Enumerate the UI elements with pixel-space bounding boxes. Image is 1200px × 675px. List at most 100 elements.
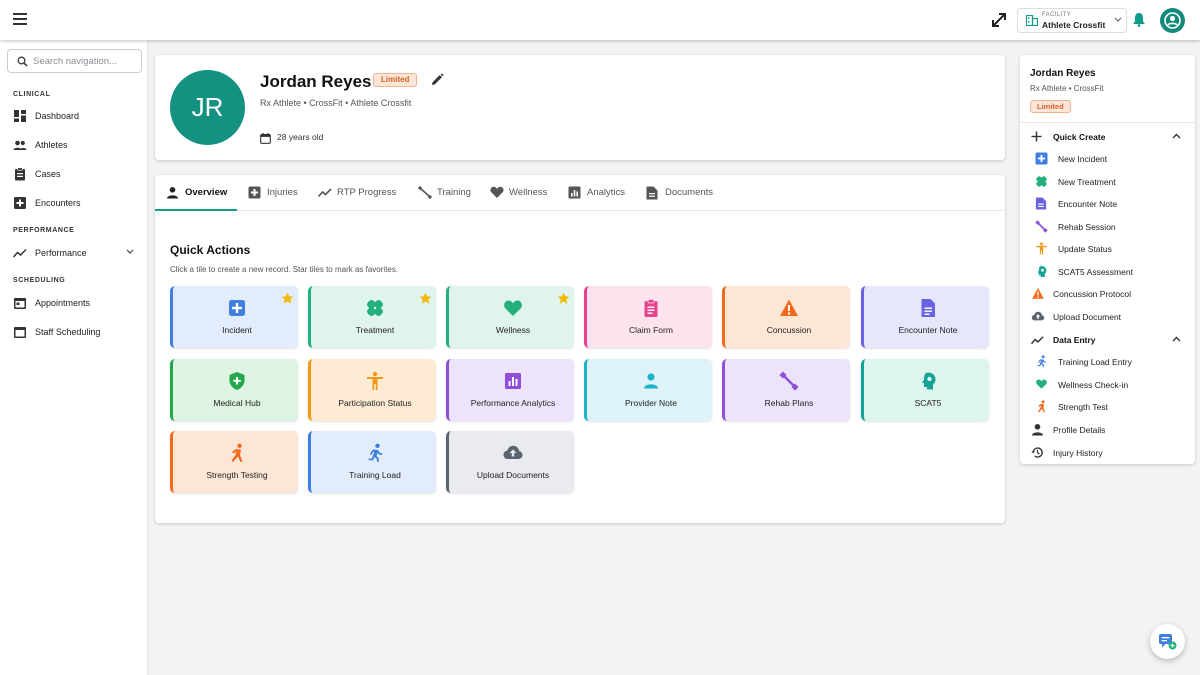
link-injury-history[interactable]: Injury History — [1020, 443, 1195, 463]
medical-plus-icon — [248, 186, 261, 199]
tile-wellness[interactable]: Wellness — [446, 286, 574, 348]
tab-analytics[interactable]: Analytics — [557, 175, 635, 211]
expand-icon[interactable] — [990, 11, 1008, 29]
heart-icon — [504, 300, 522, 316]
tile-label: SCAT5 — [914, 398, 942, 408]
calendar-icon — [14, 298, 26, 309]
quick-create-scat5-assessment[interactable]: SCAT5 Assessment — [1020, 262, 1195, 282]
fitness-icon — [231, 443, 243, 462]
chevron-down-icon — [1114, 17, 1122, 22]
search-input[interactable] — [33, 54, 138, 69]
sidebar-item-appointments[interactable]: Appointments — [0, 290, 147, 316]
tile-concussion[interactable]: Concussion — [722, 286, 850, 348]
dumbbell-icon — [779, 371, 799, 391]
brain-icon — [922, 372, 936, 390]
tile-label: Treatment — [355, 325, 395, 335]
link-profile-details[interactable]: Profile Details — [1020, 420, 1195, 440]
tile-strength-testing[interactable]: Strength Testing — [170, 431, 298, 493]
item-label: Training Load Entry — [1058, 357, 1132, 367]
section-title: Quick Create — [1053, 132, 1106, 142]
tile-participation-status[interactable]: Participation Status — [308, 359, 436, 421]
sidebar-item-encounters[interactable]: Encounters — [0, 190, 147, 216]
quick-create-concussion-protocol[interactable]: Concussion Protocol — [1020, 284, 1195, 304]
sidebar-item-label: Cases — [35, 169, 61, 179]
quick-create-encounter-note[interactable]: Encounter Note — [1020, 194, 1195, 214]
tab-label: Training — [437, 187, 471, 198]
data-entry-header[interactable]: Data Entry — [1020, 330, 1195, 350]
bell-icon[interactable] — [1132, 12, 1146, 27]
facility-value: Athlete Crossfit — [1042, 20, 1106, 30]
chevron-up-icon — [1172, 336, 1181, 342]
star-icon[interactable] — [281, 292, 294, 305]
account-icon — [1164, 12, 1181, 29]
tile-medical-hub[interactable]: Medical Hub — [170, 359, 298, 421]
cloud-upload-icon — [1031, 311, 1045, 321]
quick-create-upload-document[interactable]: Upload Document — [1020, 307, 1195, 327]
document-icon — [1035, 197, 1047, 210]
tab-injuries[interactable]: Injuries — [237, 175, 307, 211]
running-icon — [1037, 355, 1047, 368]
tab-documents[interactable]: Documents — [635, 175, 725, 211]
tile-incident[interactable]: Incident — [170, 286, 298, 348]
star-icon[interactable] — [557, 292, 570, 305]
tile-label: Upload Documents — [476, 470, 550, 480]
item-label: New Treatment — [1058, 177, 1116, 187]
trending-icon — [13, 248, 27, 258]
edit-icon[interactable] — [431, 73, 444, 86]
quick-create-new-treatment[interactable]: New Treatment — [1020, 172, 1195, 192]
data-entry-strength-test[interactable]: Strength Test — [1020, 397, 1195, 417]
tile-label: Medical Hub — [213, 398, 261, 408]
sidebar-item-athletes[interactable]: Athletes — [0, 132, 147, 158]
trending-icon — [318, 188, 332, 198]
sidebar-item-dashboard[interactable]: Dashboard — [0, 103, 147, 129]
tile-encounter-note[interactable]: Encounter Note — [861, 286, 989, 348]
item-label: Profile Details — [1053, 425, 1106, 435]
data-entry-wellness-checkin[interactable]: Wellness Check-in — [1020, 375, 1195, 395]
tile-upload-documents[interactable]: Upload Documents — [446, 431, 574, 493]
quick-create-update-status[interactable]: Update Status — [1020, 239, 1195, 259]
tile-label: Claim Form — [629, 325, 673, 335]
panel-athlete-subtitle: Rx Athlete • CrossFit — [1030, 84, 1104, 93]
chevron-down-icon — [126, 249, 134, 254]
tile-claim-form[interactable]: Claim Form — [584, 286, 712, 348]
tile-label: Concussion — [766, 325, 812, 335]
assistant-fab[interactable] — [1150, 624, 1185, 659]
tab-bar: Overview Injuries RTP Progress Training … — [155, 175, 1005, 211]
tile-scat5[interactable]: SCAT5 — [861, 359, 989, 421]
tab-label: Analytics — [587, 187, 626, 198]
tile-rehab-plans[interactable]: Rehab Plans — [722, 359, 850, 421]
sidebar-item-label: Performance — [35, 248, 87, 258]
star-icon[interactable] — [419, 292, 432, 305]
tile-performance-analytics[interactable]: Performance Analytics — [446, 359, 574, 421]
facility-selector[interactable]: FACILITY Athlete Crossfit — [1017, 8, 1127, 33]
data-entry-training-load[interactable]: Training Load Entry — [1020, 352, 1195, 372]
athlete-avatar: JR — [170, 70, 245, 145]
panel-athlete-name: Jordan Reyes — [1030, 68, 1096, 79]
tab-overview[interactable]: Overview — [155, 175, 237, 211]
clipboard-icon — [644, 299, 658, 317]
section-scheduling: SCHEDULING — [13, 277, 66, 284]
account-avatar[interactable] — [1160, 8, 1185, 33]
item-label: Strength Test — [1058, 402, 1108, 412]
tile-provider-note[interactable]: Provider Note — [584, 359, 712, 421]
tab-wellness[interactable]: Wellness — [479, 175, 557, 211]
sidebar-item-cases[interactable]: Cases — [0, 161, 147, 187]
calendar-icon — [14, 327, 26, 338]
quick-create-header[interactable]: Quick Create — [1020, 127, 1195, 147]
tab-rtp-progress[interactable]: RTP Progress — [307, 175, 407, 211]
plus-icon — [1031, 131, 1042, 142]
tile-training-load[interactable]: Training Load — [308, 431, 436, 493]
menu-icon[interactable] — [13, 13, 27, 25]
profile-header-card: JR Jordan Reyes Limited Rx Athlete • Cro… — [155, 55, 1005, 160]
quick-create-new-incident[interactable]: New Incident — [1020, 149, 1195, 169]
sidebar-item-staff-scheduling[interactable]: Staff Scheduling — [0, 319, 147, 345]
sidebar-item-label: Encounters — [35, 198, 81, 208]
tile-treatment[interactable]: Treatment — [308, 286, 436, 348]
quick-create-rehab-session[interactable]: Rehab Session — [1020, 217, 1195, 237]
sidebar-item-label: Athletes — [35, 140, 68, 150]
calendar-icon — [260, 133, 271, 144]
sidebar-item-performance[interactable]: Performance — [0, 240, 147, 266]
item-label: Rehab Session — [1058, 222, 1116, 232]
tab-training[interactable]: Training — [407, 175, 479, 211]
sidebar-item-label: Staff Scheduling — [35, 327, 101, 337]
